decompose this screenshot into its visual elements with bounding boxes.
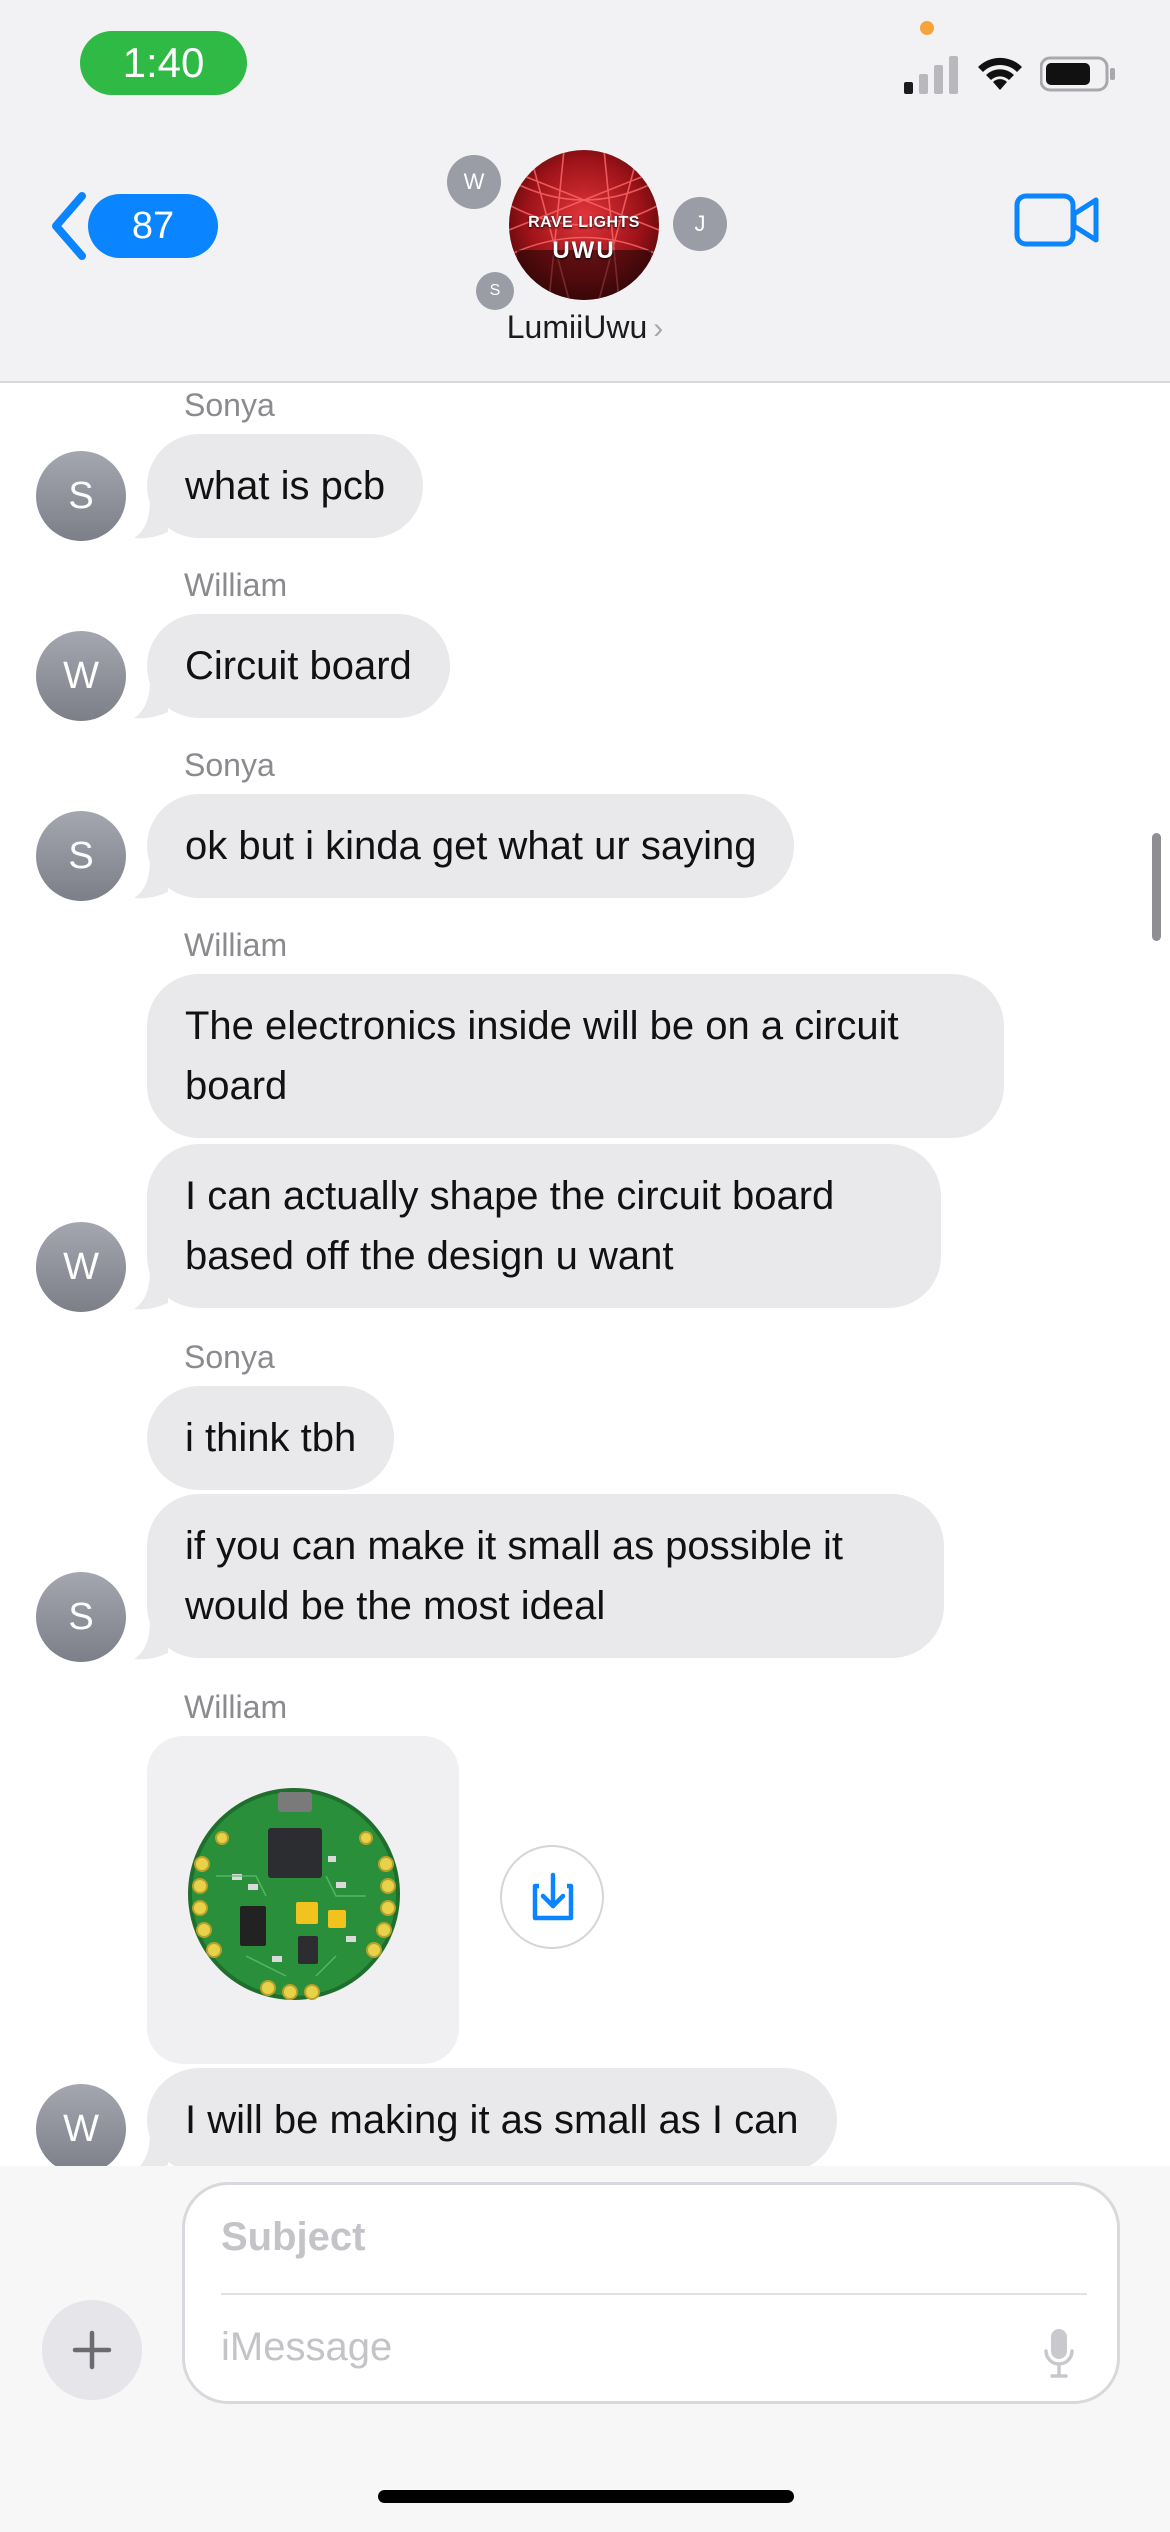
message-bubble[interactable]: ok but i kinda get what ur saying <box>147 794 795 898</box>
message-compose-field[interactable]: Subject iMessage <box>182 2182 1120 2404</box>
avatar[interactable]: S <box>36 811 126 901</box>
avatar[interactable]: W <box>36 1222 126 1312</box>
message-bubble[interactable]: Circuit board <box>147 614 450 718</box>
message-input[interactable]: iMessage <box>221 2325 392 2370</box>
video-camera-icon[interactable] <box>1014 190 1100 250</box>
battery-icon <box>1040 56 1115 92</box>
scrollbar[interactable] <box>1152 833 1161 941</box>
home-indicator[interactable] <box>378 2490 794 2503</box>
message-bubble[interactable]: The electronics inside will be on a circ… <box>147 974 1004 1138</box>
image-attachment[interactable] <box>147 1736 459 2064</box>
download-button[interactable] <box>500 1845 604 1949</box>
signal-icon <box>904 56 958 94</box>
sender-name: Sonya <box>184 747 275 783</box>
message-bubble[interactable]: i think tbh <box>147 1386 395 1490</box>
group-avatar[interactable]: RAVE LIGHTS UWU <box>509 150 659 300</box>
message-bubble[interactable]: what is pcb <box>147 434 424 538</box>
status-time: 1:40 <box>80 31 247 95</box>
microphone-in-use-indicator <box>920 21 934 35</box>
avatar[interactable]: W <box>36 631 126 721</box>
avatar[interactable]: S <box>36 1572 126 1662</box>
message-bubble[interactable]: I will be making it as small as I can <box>147 2068 837 2172</box>
sender-name: Sonya <box>184 1339 275 1375</box>
unread-count-badge: 87 <box>88 194 218 258</box>
sender-name: Sonya <box>184 387 275 423</box>
member-avatar-s: S <box>476 272 514 310</box>
chevron-right-icon: › <box>653 312 664 345</box>
group-avatar-title: RAVE LIGHTS <box>528 214 640 231</box>
add-attachment-button[interactable] <box>42 2300 142 2400</box>
group-name[interactable]: LumiiUwu › <box>0 309 1170 346</box>
microphone-icon[interactable] <box>1043 2327 1075 2379</box>
member-avatar-j: J <box>673 197 727 251</box>
circuit-board-image <box>188 1788 400 2000</box>
back-button[interactable]: 87 <box>48 186 218 266</box>
message-bubble[interactable]: if you can make it small as possible it … <box>147 1494 944 1658</box>
plus-icon <box>72 2330 112 2370</box>
group-avatar-subtitle: UWU <box>552 237 616 264</box>
subject-input[interactable]: Subject <box>221 2215 365 2260</box>
chevron-left-icon <box>52 192 86 260</box>
avatar[interactable]: W <box>36 2084 126 2174</box>
group-name-label: LumiiUwu <box>506 309 648 345</box>
sender-name: William <box>184 927 288 963</box>
message-bubble[interactable]: I can actually shape the circuit board b… <box>147 1144 941 1308</box>
conversation-header: 1:40 87 W J S RAVE LIGHTS UWU LumiiUwu › <box>0 0 1170 383</box>
sender-name: William <box>184 1689 288 1725</box>
sender-name: William <box>184 567 288 603</box>
member-avatar-w: W <box>447 155 501 209</box>
field-divider <box>221 2293 1087 2295</box>
wifi-icon <box>978 57 1022 90</box>
download-icon <box>532 1872 574 1921</box>
avatar[interactable]: S <box>36 451 126 541</box>
